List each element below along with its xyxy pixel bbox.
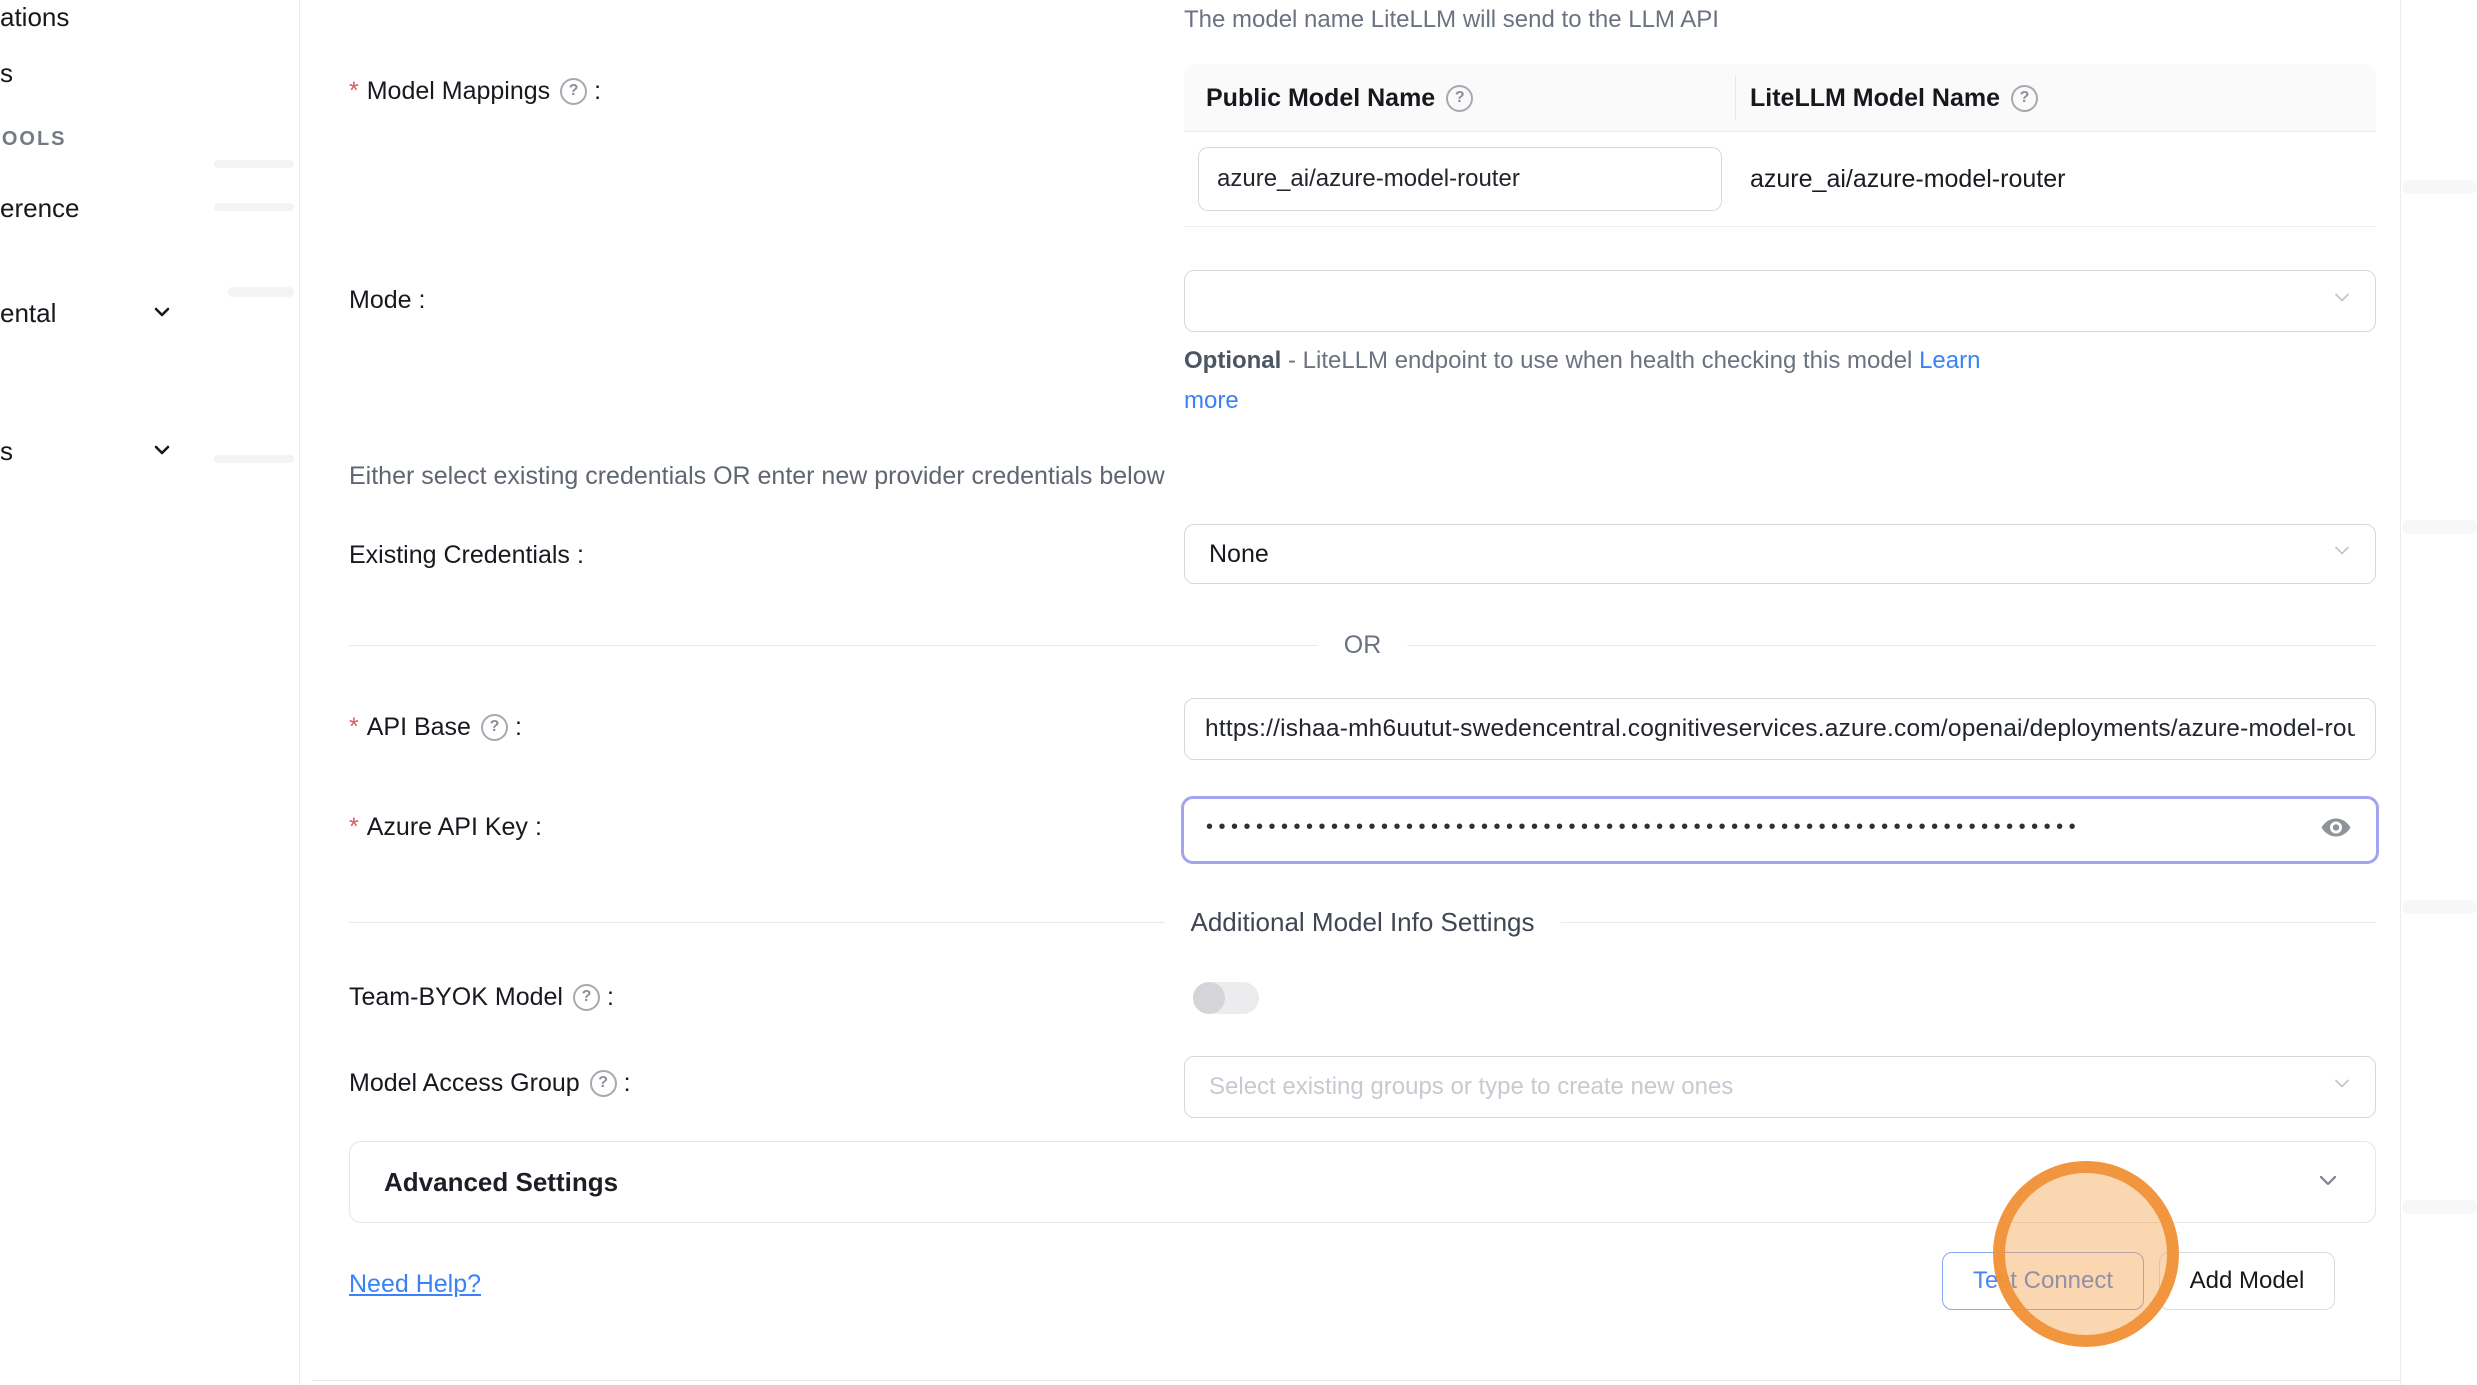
required-mark: * (349, 710, 359, 744)
help-icon[interactable]: ? (2011, 85, 2038, 112)
required-mark: * (349, 74, 359, 108)
mode-help-bold: Optional (1184, 347, 1281, 374)
add-model-form-page: ations s TOOLS erence ental s The model … (0, 0, 2477, 1385)
sidebar-item-s[interactable]: s (0, 58, 13, 89)
help-icon[interactable]: ? (481, 714, 508, 741)
model-mappings-table: Public Model Name ? LiteLLM Model Name ?… (1184, 64, 2376, 227)
model-mappings-table-header: Public Model Name ? LiteLLM Model Name ? (1184, 64, 2376, 132)
team-byok-toggle[interactable] (1193, 982, 1259, 1014)
label-colon: : (624, 1066, 631, 1100)
help-icon[interactable]: ? (560, 78, 587, 105)
model-access-group-placeholder: Select existing groups or type to create… (1209, 1073, 1733, 1101)
need-help-link[interactable]: Need Help? (349, 1270, 481, 1299)
masked-api-key-value: ••••••••••••••••••••••••••••••••••••••••… (1206, 817, 2081, 837)
mode-select[interactable] (1184, 270, 2376, 332)
skeleton-bar (214, 203, 294, 211)
skeleton-bar (214, 160, 294, 168)
eye-icon[interactable] (2320, 812, 2352, 849)
litellm-model-name-value: azure_ai/azure-model-router (1750, 132, 2065, 226)
skeleton-bar (228, 287, 294, 297)
public-model-name-input[interactable] (1198, 147, 1722, 211)
or-divider: OR (349, 631, 2376, 660)
column-header-public-model-name: Public Model Name ? (1206, 64, 1473, 132)
existing-credentials-select[interactable]: None (1184, 524, 2376, 584)
sidebar-section-tools: TOOLS (0, 128, 67, 151)
divider-line (349, 922, 1165, 923)
card-bottom-border (312, 1380, 2400, 1381)
additional-model-info-divider: Additional Model Info Settings (349, 907, 2376, 938)
mode-help-rest: - LiteLLM endpoint to use when health ch… (1281, 347, 1919, 374)
api-base-label: * API Base ? : (349, 710, 522, 744)
test-connect-button[interactable]: Test Connect (1942, 1252, 2144, 1310)
team-byok-label-text: Team-BYOK Model (349, 980, 563, 1014)
model-mappings-label-text: Model Mappings (367, 74, 550, 108)
sidebar-item-s2[interactable]: s (0, 436, 13, 467)
toggle-knob (1193, 982, 1225, 1014)
help-icon[interactable]: ? (1446, 85, 1473, 112)
model-mappings-label: * Model Mappings ? : (349, 74, 601, 108)
label-colon: : (594, 74, 601, 108)
chevron-down-icon (2331, 287, 2353, 316)
azure-api-key-label-text: Azure API Key (367, 810, 528, 844)
header-separator (1735, 76, 1736, 120)
chevron-down-icon[interactable] (150, 438, 174, 462)
required-mark: * (349, 810, 359, 844)
team-byok-label: Team-BYOK Model ? : (349, 980, 614, 1014)
sidebar: ations s TOOLS erence ental s (0, 0, 300, 1385)
azure-api-key-input[interactable]: ••••••••••••••••••••••••••••••••••••••••… (1181, 796, 2379, 864)
or-divider-text: OR (1344, 631, 1382, 660)
additional-model-info-title: Additional Model Info Settings (1191, 907, 1535, 938)
mode-help-text: Optional - LiteLLM endpoint to use when … (1184, 341, 2029, 421)
skeleton-bar (2402, 1200, 2477, 1214)
card-right-border (2400, 0, 2401, 1385)
skeleton-bar (2402, 180, 2477, 194)
divider-line (1561, 922, 2377, 923)
mode-label: Mode : (349, 283, 426, 317)
existing-credentials-label-text: Existing Credentials (349, 538, 570, 572)
api-base-input[interactable] (1184, 698, 2376, 760)
label-colon: : (535, 810, 542, 844)
chevron-down-icon (2331, 540, 2353, 569)
sidebar-item-ental[interactable]: ental (0, 298, 56, 329)
skeleton-bar (2402, 900, 2477, 914)
chevron-down-icon[interactable] (150, 300, 174, 324)
existing-credentials-value: None (1209, 540, 1269, 569)
skeleton-bar (2402, 520, 2477, 534)
label-colon: : (607, 980, 614, 1014)
mode-label-text: Mode (349, 283, 412, 317)
existing-credentials-label: Existing Credentials : (349, 538, 584, 572)
azure-api-key-label: * Azure API Key : (349, 810, 542, 844)
advanced-settings-panel[interactable]: Advanced Settings (349, 1141, 2376, 1223)
help-icon[interactable]: ? (573, 984, 600, 1011)
chevron-down-icon (2331, 1073, 2353, 1102)
model-access-group-select[interactable]: Select existing groups or type to create… (1184, 1056, 2376, 1118)
divider-line (349, 645, 1318, 646)
column-header-litellm-model-name: LiteLLM Model Name ? (1750, 64, 2038, 132)
model-mappings-table-row: azure_ai/azure-model-router (1184, 132, 2376, 226)
add-model-button[interactable]: Add Model (2159, 1252, 2335, 1310)
label-colon: : (515, 710, 522, 744)
model-access-group-label-text: Model Access Group (349, 1066, 580, 1100)
help-icon[interactable]: ? (590, 1070, 617, 1097)
credentials-note: Either select existing credentials OR en… (349, 462, 1165, 491)
column-header-text: Public Model Name (1206, 84, 1435, 113)
model-access-group-label: Model Access Group ? : (349, 1066, 631, 1100)
sidebar-item-erence[interactable]: erence (0, 193, 80, 224)
column-header-text: LiteLLM Model Name (1750, 84, 2000, 113)
litellm-model-name-helper: The model name LiteLLM will send to the … (1184, 6, 1719, 34)
chevron-down-icon (2315, 1167, 2341, 1198)
label-colon: : (577, 538, 584, 572)
divider-line (1407, 645, 2376, 646)
sidebar-item-ations[interactable]: ations (0, 2, 69, 33)
skeleton-bar (214, 455, 294, 463)
label-colon: : (419, 283, 426, 317)
advanced-settings-label: Advanced Settings (384, 1167, 618, 1198)
api-base-label-text: API Base (367, 710, 471, 744)
